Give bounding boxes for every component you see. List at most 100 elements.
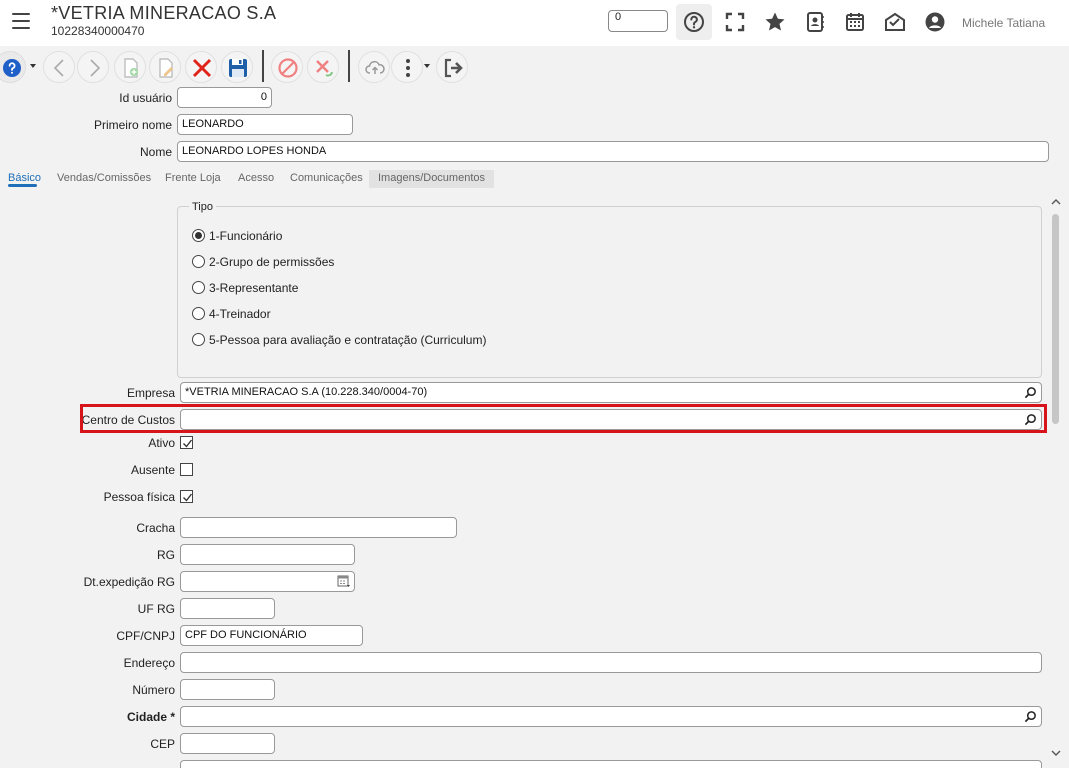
uf-rg-input[interactable] (180, 598, 275, 619)
search-icon[interactable] (1024, 710, 1037, 723)
tab-basico[interactable]: Básico (8, 172, 41, 184)
exit-button[interactable] (436, 51, 468, 83)
more-dropdown-caret[interactable] (424, 64, 430, 68)
tipo-legend: Tipo (189, 201, 216, 213)
tab-frente-loja[interactable]: Frente Loja (165, 172, 221, 184)
dt-expedicao-rg-label: Dt.expedição RG (83, 575, 175, 589)
tab-acesso[interactable]: Acesso (238, 172, 274, 184)
app-header: *VETRIA MINERACAO S.A 10228340000470 0 M… (0, 0, 1069, 46)
cloud-upload-icon (365, 60, 385, 74)
tipo-fieldset (177, 206, 1042, 378)
uf-rg-label: UF RG (137, 602, 175, 616)
save-button[interactable] (221, 51, 253, 83)
discard-button[interactable] (307, 51, 339, 83)
rg-input[interactable] (180, 544, 355, 565)
new-document-icon (124, 58, 138, 78)
ativo-label: Ativo (148, 436, 175, 450)
calendar-picker-icon[interactable] (337, 574, 351, 588)
upload-button[interactable] (358, 51, 390, 83)
more-vertical-icon (406, 59, 410, 77)
delete-button[interactable] (185, 51, 217, 83)
page-title: *VETRIA MINERACAO S.A (51, 3, 277, 23)
cep-label: CEP (150, 737, 175, 751)
radio-label: 1-Funcionário (209, 229, 283, 243)
nome-input[interactable]: LEONARDO LOPES HONDA (177, 141, 1049, 162)
primeiro-nome-input[interactable]: LEONARDO (177, 114, 353, 135)
ausente-label: Ausente (130, 463, 175, 477)
more-options-button[interactable] (391, 51, 423, 83)
dt-expedicao-rg-input[interactable] (180, 571, 355, 592)
fullscreen-icon[interactable] (723, 10, 747, 34)
user-avatar-icon[interactable] (923, 10, 947, 34)
star-icon[interactable] (763, 10, 787, 34)
tab-vendas-comissoes[interactable]: Vendas/Comissões (57, 172, 151, 184)
endereco-label: Endereço (123, 656, 175, 670)
tab-bar: Básico Vendas/Comissões Frente Loja Aces… (0, 168, 1069, 188)
cpf-cnpj-label: CPF/CNPJ (116, 629, 175, 643)
nome-label: Nome (139, 145, 172, 159)
scroll-up-arrow-icon[interactable] (1051, 198, 1061, 206)
help-icon (3, 59, 21, 77)
checkmark-icon (183, 439, 193, 448)
help-dropdown-caret[interactable] (30, 64, 36, 68)
cpf-cnpj-input[interactable]: CPF DO FUNCIONÁRIO (180, 625, 363, 646)
user-name[interactable]: Michele Tatiana (962, 16, 1045, 30)
highlight-box (80, 404, 1047, 433)
radio-grupo-permissoes[interactable] (192, 255, 205, 268)
empresa-input[interactable]: *VETRIA MINERACAO S.A (10.228.340/0004-7… (180, 382, 1042, 403)
toolbar-separator (348, 50, 350, 82)
toolbar-separator (262, 50, 264, 82)
scroll-down-arrow-icon[interactable] (1051, 749, 1061, 757)
help-button[interactable] (0, 51, 26, 83)
endereco-input[interactable] (180, 652, 1042, 673)
edit-document-icon (159, 58, 173, 78)
radio-label: 5-Pessoa para avaliação e contratação (C… (209, 333, 487, 347)
save-disk-icon (229, 59, 247, 77)
vertical-scrollbar[interactable] (1049, 196, 1063, 767)
id-usuario-label: Id usuário (119, 91, 172, 105)
help-circle-icon[interactable] (682, 10, 706, 34)
empresa-label: Empresa (126, 386, 175, 400)
new-record-button[interactable] (114, 51, 146, 83)
cep-input[interactable] (180, 733, 275, 754)
numero-label: Número (132, 683, 175, 697)
contacts-book-icon[interactable] (803, 10, 827, 34)
ativo-checkbox[interactable] (180, 436, 193, 449)
radio-label: 2-Grupo de permissões (209, 255, 335, 269)
cracha-input[interactable] (180, 517, 457, 538)
cancel-button[interactable] (271, 51, 303, 83)
page-subtitle: 10228340000470 (51, 24, 145, 38)
previous-button[interactable] (43, 51, 75, 83)
pessoa-fisica-label: Pessoa física (103, 490, 175, 504)
scrollbar-thumb[interactable] (1052, 214, 1059, 424)
next-button[interactable] (77, 51, 109, 83)
radio-pessoa-avaliacao[interactable] (192, 333, 205, 346)
cidade-input[interactable] (180, 706, 1042, 727)
edit-record-button[interactable] (149, 51, 181, 83)
hamburger-menu-icon[interactable] (12, 13, 30, 29)
id-usuario-input[interactable]: 0 (177, 87, 272, 108)
cancel-circle-icon (278, 58, 298, 78)
pessoa-fisica-checkbox[interactable] (180, 490, 193, 503)
empresa-value: *VETRIA MINERACAO S.A (10.228.340/0004-7… (185, 386, 428, 398)
search-icon[interactable] (1024, 386, 1037, 399)
toolbar (0, 46, 1069, 86)
counter-field[interactable]: 0 (608, 10, 668, 32)
cracha-label: Cracha (136, 521, 175, 535)
mail-check-icon[interactable] (883, 10, 907, 34)
rg-label: RG (157, 548, 175, 562)
radio-label: 3-Representante (209, 281, 299, 295)
radio-treinador[interactable] (192, 307, 205, 320)
tab-imagens-documentos[interactable]: Imagens/Documentos (378, 172, 485, 184)
ausente-checkbox[interactable] (180, 463, 193, 476)
chevron-right-icon (90, 59, 101, 77)
numero-input[interactable] (180, 679, 275, 700)
checkmark-icon (183, 493, 193, 502)
active-tab-indicator (8, 184, 37, 187)
radio-label: 4-Treinador (209, 307, 271, 321)
radio-representante[interactable] (192, 281, 205, 294)
radio-funcionario[interactable] (192, 229, 205, 242)
discard-x-icon (316, 60, 333, 77)
tab-comunicacoes[interactable]: Comunicações (290, 172, 363, 184)
calendar-icon[interactable] (843, 10, 867, 34)
